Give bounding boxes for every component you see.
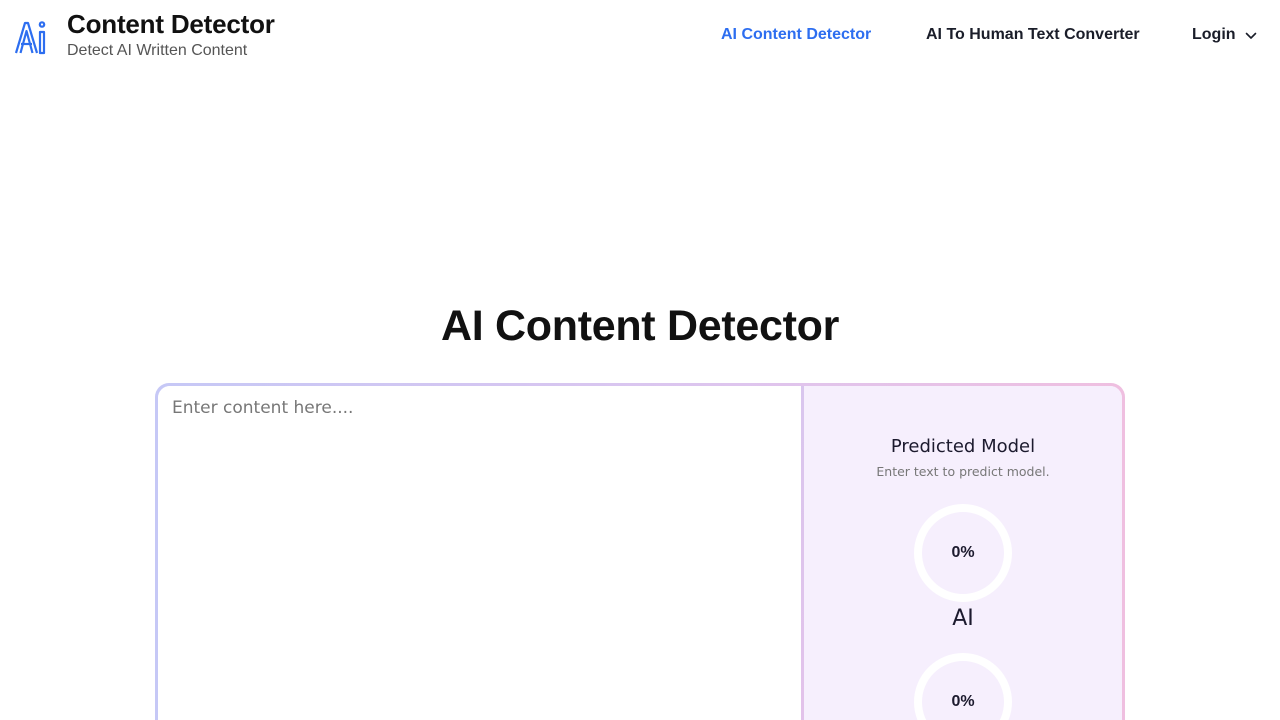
site-tagline: Detect AI Written Content: [67, 42, 248, 59]
content-input[interactable]: [158, 386, 801, 720]
site-header: Content Detector Detect AI Written Conte…: [0, 0, 1280, 74]
ai-logo-icon[interactable]: [14, 19, 48, 55]
detector-tool-inner: Predicted Model Enter text to predict mo…: [158, 386, 1122, 720]
predicted-model-title: Predicted Model: [890, 436, 1036, 457]
nav-login[interactable]: Login: [1192, 26, 1236, 44]
nav-ai-to-human-converter[interactable]: AI To Human Text Converter: [926, 26, 1140, 44]
page-title: AI Content Detector: [440, 302, 840, 350]
result-panel: Predicted Model Enter text to predict mo…: [804, 386, 1122, 720]
second-score-value: 0%: [951, 693, 975, 710]
detector-tool: Predicted Model Enter text to predict mo…: [155, 383, 1125, 720]
ai-score-value: 0%: [951, 544, 975, 561]
predicted-model-hint: Enter text to predict model.: [876, 464, 1050, 479]
site-title[interactable]: Content Detector: [67, 9, 275, 40]
second-score-ring: 0%: [914, 653, 1012, 720]
chevron-down-icon[interactable]: [1244, 29, 1258, 43]
ai-score-label: AI: [952, 606, 974, 631]
nav-ai-content-detector[interactable]: AI Content Detector: [721, 26, 871, 44]
ai-score-ring: 0%: [914, 504, 1012, 602]
